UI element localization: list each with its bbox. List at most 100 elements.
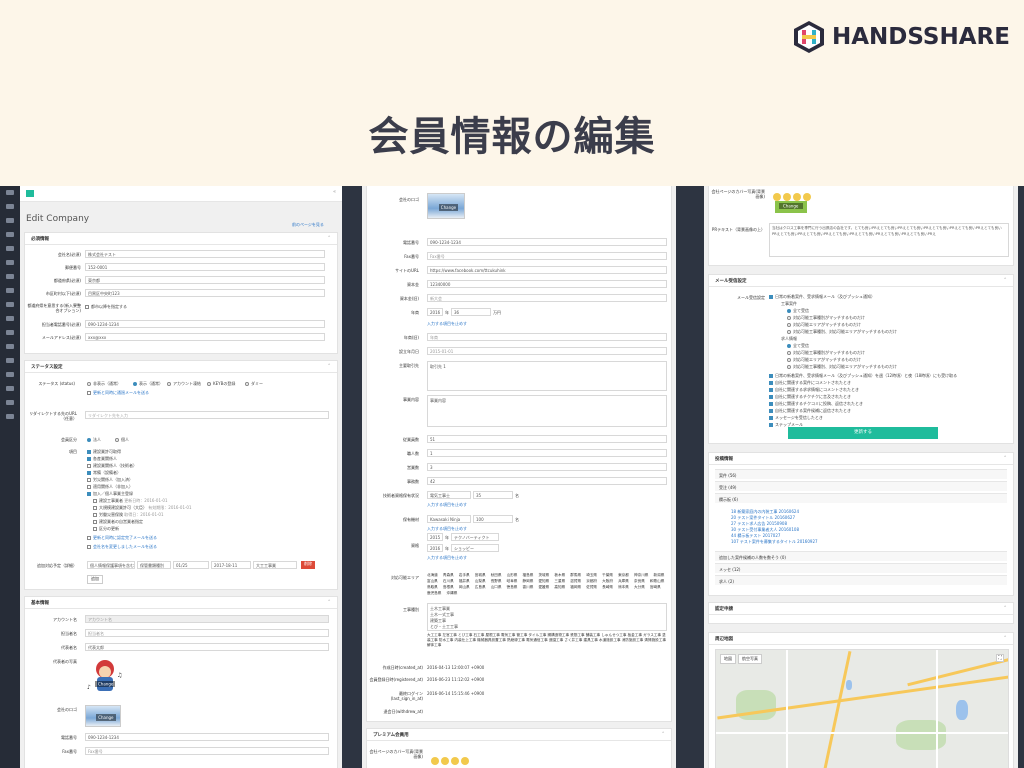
check-item[interactable]: 適用関係人（非加入）	[87, 484, 133, 490]
member-option[interactable]: 個人	[115, 437, 129, 443]
check-item[interactable]: 区分の更新	[93, 526, 119, 532]
pr-textarea[interactable]: 当社はクロス工事を専門に行う出張店の会社です。とても良いPRえとても良いPRえと…	[769, 223, 1009, 257]
mail-option[interactable]: メッセージを受信したとき	[769, 415, 823, 421]
mail-option[interactable]: 対応可能工事種別がマッチするものだけ	[787, 350, 865, 356]
check-item[interactable]: 労働災害保険 取得日：2016-01-01	[93, 512, 164, 518]
sidebar-icon[interactable]	[6, 316, 14, 321]
check-item[interactable]: 加入／個人事業主登録	[87, 491, 133, 497]
sidebar-icon[interactable]	[6, 400, 14, 405]
mail-option[interactable]: 対応可能エリアがマッチするものだけ	[787, 322, 861, 328]
list-item[interactable]: 追加した案件候補の人数を数そう (0)	[715, 551, 1007, 561]
fax-input[interactable]: Fax番号	[427, 252, 667, 260]
add-item-link[interactable]: 入力する項目を止めす	[427, 321, 467, 327]
mail-option[interactable]: 日常の新着案件、受求情報メール（及びプッシュ通知）を週（12時頃）と夜（18時頃…	[769, 373, 957, 379]
list-item[interactable]: 案件 (56)	[715, 469, 1007, 479]
status-option[interactable]: アカウント凍結	[167, 381, 201, 387]
cert-name[interactable]: テクノバーティクト	[451, 533, 499, 541]
status-option[interactable]: 非表示（通常）	[87, 381, 121, 387]
url-input[interactable]: https://www.facebook.com/ttcukuhink	[427, 266, 667, 274]
established-input[interactable]: 2015-01-01	[427, 347, 667, 355]
cert-year[interactable]: 2015	[427, 533, 443, 541]
cover-image[interactable]	[429, 753, 469, 768]
mail-option[interactable]: 対応可能エリアがマッチするものだけ	[787, 357, 861, 363]
equipment-input[interactable]: Kawasaki Ninja	[427, 515, 471, 523]
post-link[interactable]: 107 テスト案件を募集するタイトル 20160927	[731, 539, 818, 545]
mail-option[interactable]: 対応可能工事種別、対応可能エリアがマッチするものだけ	[787, 329, 897, 335]
status-option[interactable]: KEYBの登録	[207, 381, 235, 387]
add-item-link[interactable]: 入力する項目を止めす	[427, 555, 467, 561]
mail-option[interactable]: 日常の新着案件、受求情報メール（及びプッシュ通知）	[769, 294, 875, 300]
change-label[interactable]: Change	[438, 203, 459, 211]
sidebar-icon[interactable]	[6, 274, 14, 279]
add-button[interactable]: 追加	[87, 575, 103, 584]
portrait-image[interactable]: Change ♪ ♫	[85, 657, 125, 695]
notify-company-check[interactable]: 会社名を変更しましたメールを送る	[87, 544, 157, 550]
equipment-count[interactable]: 100	[473, 515, 513, 523]
mail-option[interactable]: 自社に関連する求求情報にコメントされたとき	[769, 387, 859, 393]
license-select[interactable]: 電気工事士	[427, 491, 471, 499]
sidebar-icon[interactable]	[6, 302, 14, 307]
add-item-link[interactable]: 入力する項目を止めす	[427, 526, 467, 532]
cert-name[interactable]: ショッピー	[451, 544, 499, 552]
notify-update-check[interactable]: 更新と同時に認定完了メールを送る	[87, 535, 157, 541]
menu-icon[interactable]	[6, 190, 14, 195]
phone-input[interactable]: 090-1234-1234	[85, 320, 325, 328]
sidebar-icon[interactable]	[6, 344, 14, 349]
collapse-icon[interactable]: «	[333, 189, 336, 195]
address-input[interactable]: 目黒区中央町123	[85, 289, 325, 297]
business-textarea[interactable]: 事業内容	[427, 395, 667, 427]
update-button[interactable]: 更新する	[788, 427, 938, 439]
status-mail-check[interactable]: 更新と同時に通過メールを送る	[87, 390, 149, 396]
sidebar-icon[interactable]	[6, 232, 14, 237]
check-item[interactable]: 各産業関係人	[87, 456, 117, 462]
year-select[interactable]: 2016	[427, 308, 443, 316]
license-count[interactable]: 35	[473, 491, 513, 499]
check-item[interactable]: 建設業関係人（技術者）	[87, 463, 137, 469]
phone-input[interactable]: 090-1234-1234	[427, 238, 667, 246]
change-label[interactable]: Change	[783, 204, 799, 209]
mail-option[interactable]: 対応可能工事種別、対応可能エリアがマッチするものだけ	[787, 364, 897, 370]
add-item-link[interactable]: 入力する項目を止めす	[427, 502, 467, 508]
capital-input[interactable]: 12340000	[427, 280, 667, 288]
map-view[interactable]: 地図 航空写真 ⛶	[715, 649, 1009, 768]
list-item[interactable]: 欄示板 (6)	[715, 493, 1007, 503]
sidebar-icon[interactable]	[6, 386, 14, 391]
change-label[interactable]: Change	[98, 682, 114, 687]
mail-option[interactable]: 対応可能工事種別がマッチするものだけ	[787, 315, 865, 321]
address-option-check[interactable]: 都市以降を指定する	[85, 304, 127, 310]
cert-year[interactable]: 2016	[427, 544, 443, 552]
list-item[interactable]: 求人 (2)	[715, 575, 1007, 585]
attach-input[interactable]: 大工工事業	[253, 561, 297, 569]
sidebar-icon[interactable]	[6, 218, 14, 223]
satellite-tab[interactable]: 航空写真	[738, 654, 762, 664]
mail-option[interactable]: 全て受信	[787, 308, 809, 314]
attach-input[interactable]: 保管書類種別	[137, 561, 171, 569]
check-item[interactable]: 建設業許可取得	[87, 449, 121, 455]
sidebar-icon[interactable]	[6, 358, 14, 363]
capital-old-input[interactable]: 新大会	[427, 294, 667, 302]
craftsmen-input[interactable]: 1	[427, 449, 667, 457]
status-option[interactable]: ダミー	[245, 381, 263, 387]
prefecture-select[interactable]: 東京都	[85, 276, 325, 284]
partners-textarea[interactable]: 取引先 1	[427, 361, 667, 391]
annual-input[interactable]: 36	[451, 308, 491, 316]
logo-image[interactable]: Change	[85, 705, 121, 727]
check-item[interactable]: 労災関係人（加入済）	[87, 477, 133, 483]
trade-select[interactable]: 土木工事業 土木一式工事 建築工事 とび・土工工事	[427, 603, 667, 631]
attach-input[interactable]: 2017-18-11	[211, 561, 251, 569]
sidebar-icon[interactable]	[6, 372, 14, 377]
mail-option[interactable]: 自社に関連する案件にコメントされたとき	[769, 380, 851, 386]
sidebar-icon[interactable]	[6, 246, 14, 251]
email-input[interactable]: xxx@xxx	[85, 333, 325, 341]
list-item[interactable]: 受注 (49)	[715, 481, 1007, 491]
check-item[interactable]: 建設業者の自営業者指定	[93, 519, 143, 525]
delete-button[interactable]: 削除	[301, 561, 315, 569]
office-input[interactable]: 42	[427, 477, 667, 485]
mail-option[interactable]: 全て受信	[787, 343, 809, 349]
company-name-input[interactable]: 株式会社テスト	[85, 250, 325, 258]
fax-input[interactable]: Fax番号	[85, 747, 329, 755]
sidebar-icon[interactable]	[6, 288, 14, 293]
list-item[interactable]: メッセ (12)	[715, 563, 1007, 573]
zip-input[interactable]: 152-0001	[85, 263, 325, 271]
phone-input[interactable]: 090-1234-1234	[85, 733, 329, 741]
